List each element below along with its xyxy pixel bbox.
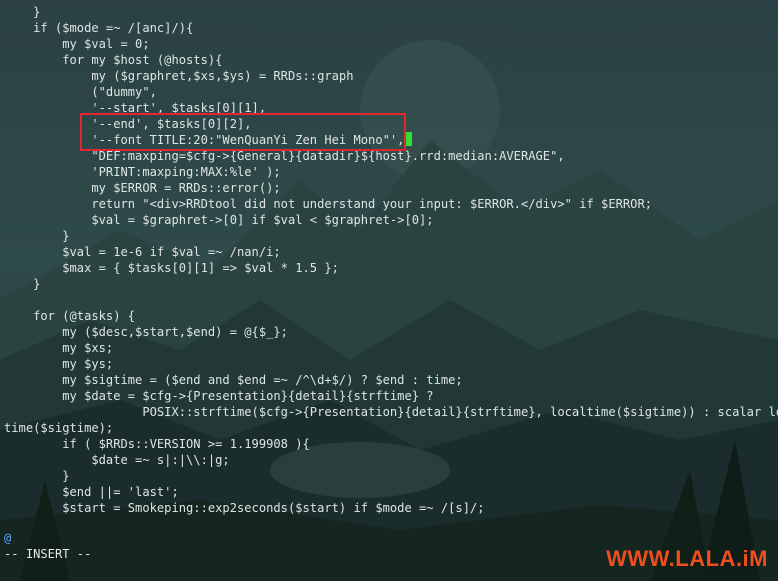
code-line-text: "DEF:maxping=$cfg->{General}{datadir}${h…: [4, 149, 565, 163]
code-line-text: }: [4, 277, 41, 291]
end-of-buffer-marker: @: [4, 531, 12, 545]
code-line[interactable]: ("dummy",: [4, 84, 778, 100]
code-line[interactable]: if ( $RRDs::VERSION >= 1.199908 ){: [4, 436, 778, 452]
code-line-text: }: [4, 229, 70, 243]
code-line-text: $start = Smokeping::exp2seconds($start) …: [4, 501, 485, 515]
code-line[interactable]: [4, 292, 778, 308]
code-line-text: for my $host (@hosts){: [4, 53, 223, 67]
code-line[interactable]: my $date = $cfg->{Presentation}{detail}{…: [4, 388, 778, 404]
code-line-text: my $xs;: [4, 341, 114, 355]
code-line[interactable]: }: [4, 228, 778, 244]
code-line-text: }: [4, 5, 41, 19]
code-line[interactable]: my $sigtime = ($end and $end =~ /^\d+$/)…: [4, 372, 778, 388]
code-line-text: $date =~ s|:|\\:|g;: [4, 453, 230, 467]
code-line-text: $val = 1e-6 if $val =~ /nan/i;: [4, 245, 281, 259]
code-line[interactable]: my ($graphret,$xs,$ys) = RRDs::graph: [4, 68, 778, 84]
code-line[interactable]: }: [4, 276, 778, 292]
code-line-text: if ($mode =~ /[anc]/){: [4, 21, 194, 35]
code-line-text: for (@tasks) {: [4, 309, 136, 323]
code-line-text: POSIX::strftime($cfg->{Presentation}{det…: [4, 405, 778, 419]
code-line[interactable]: time($sigtime);: [4, 420, 778, 436]
code-editor[interactable]: } if ($mode =~ /[anc]/){ my $val = 0; fo…: [4, 4, 778, 516]
code-line[interactable]: $val = 1e-6 if $val =~ /nan/i;: [4, 244, 778, 260]
annotation-highlight-box: [80, 113, 406, 151]
code-line[interactable]: $date =~ s|:|\\:|g;: [4, 452, 778, 468]
code-line-text: $max = { $tasks[0][1] => $val * 1.5 };: [4, 261, 339, 275]
code-line[interactable]: $start = Smokeping::exp2seconds($start) …: [4, 500, 778, 516]
code-line-text: time($sigtime);: [4, 421, 114, 435]
code-line[interactable]: }: [4, 4, 778, 20]
code-line[interactable]: $end ||= 'last';: [4, 484, 778, 500]
code-line[interactable]: my $xs;: [4, 340, 778, 356]
code-line[interactable]: for (@tasks) {: [4, 308, 778, 324]
code-line-text: if ( $RRDs::VERSION >= 1.199908 ){: [4, 437, 310, 451]
code-line-text: $val = $graphret->[0] if $val < $graphre…: [4, 213, 434, 227]
code-line[interactable]: for my $host (@hosts){: [4, 52, 778, 68]
code-line[interactable]: POSIX::strftime($cfg->{Presentation}{det…: [4, 404, 778, 420]
code-line[interactable]: $val = $graphret->[0] if $val < $graphre…: [4, 212, 778, 228]
code-line-text: 'PRINT:maxping:MAX:%le' );: [4, 165, 281, 179]
code-line[interactable]: }: [4, 468, 778, 484]
code-line[interactable]: my $ERROR = RRDs::error();: [4, 180, 778, 196]
code-line-text: my $sigtime = ($end and $end =~ /^\d+$/)…: [4, 373, 463, 387]
code-line[interactable]: my $val = 0;: [4, 36, 778, 52]
code-line-text: my $val = 0;: [4, 37, 150, 51]
code-line-text: $end ||= 'last';: [4, 485, 179, 499]
code-line-text: my ($graphret,$xs,$ys) = RRDs::graph: [4, 69, 354, 83]
code-line-text: my $date = $cfg->{Presentation}{detail}{…: [4, 389, 434, 403]
code-line[interactable]: my ($desc,$start,$end) = @{$_};: [4, 324, 778, 340]
vim-mode-indicator: -- INSERT --: [4, 547, 92, 561]
code-line-text: ("dummy",: [4, 85, 157, 99]
code-line[interactable]: 'PRINT:maxping:MAX:%le' );: [4, 164, 778, 180]
code-line-text: my $ERROR = RRDs::error();: [4, 181, 281, 195]
code-line-text: my $ys;: [4, 357, 114, 371]
code-line[interactable]: $max = { $tasks[0][1] => $val * 1.5 };: [4, 260, 778, 276]
code-line-text: my ($desc,$start,$end) = @{$_};: [4, 325, 288, 339]
code-line[interactable]: if ($mode =~ /[anc]/){: [4, 20, 778, 36]
code-line[interactable]: my $ys;: [4, 356, 778, 372]
code-line-text: return "<div>RRDtool did not understand …: [4, 197, 653, 211]
watermark-logo: WWW.LALA.iM: [606, 546, 768, 571]
code-line-text: }: [4, 469, 70, 483]
code-line[interactable]: return "<div>RRDtool did not understand …: [4, 196, 778, 212]
